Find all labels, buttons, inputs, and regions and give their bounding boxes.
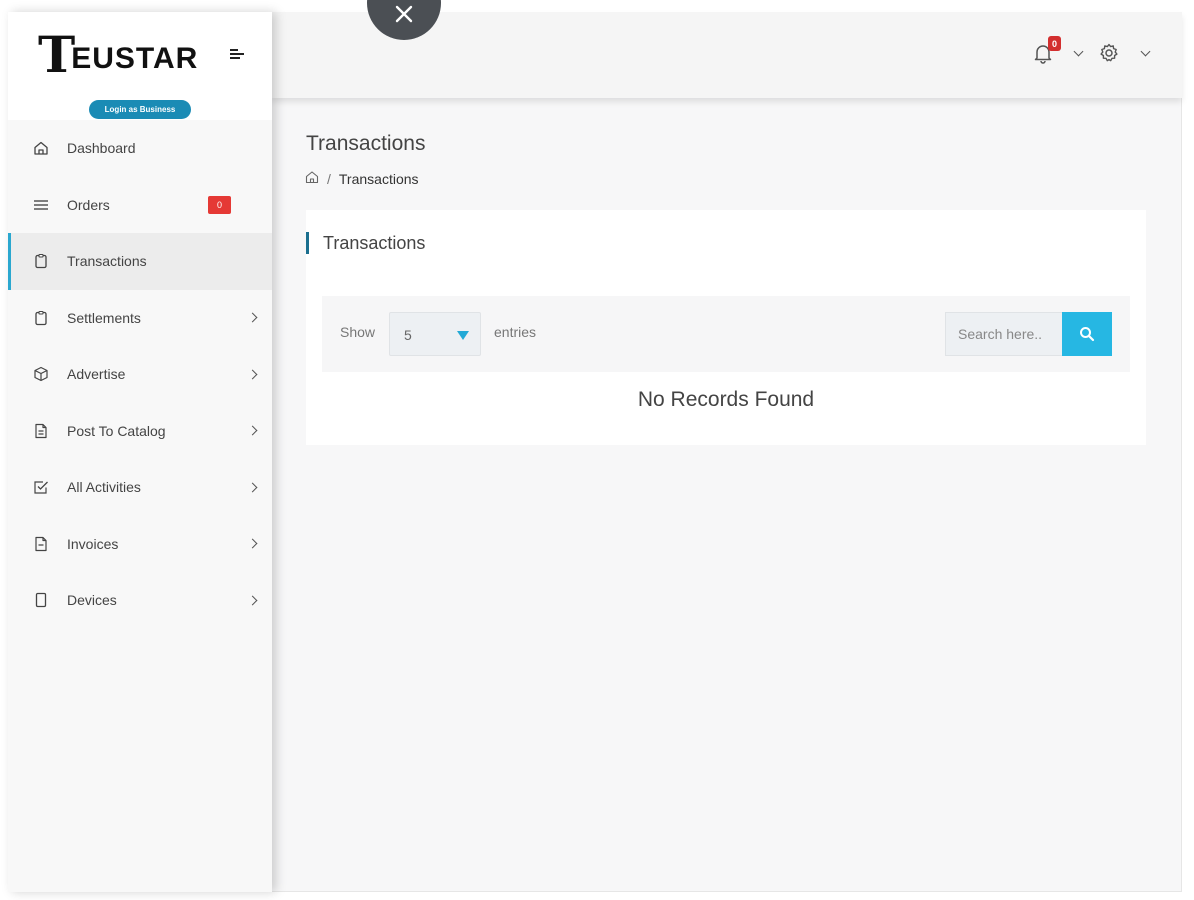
- transactions-card: Transactions Show 5 entries No Records F…: [306, 210, 1146, 445]
- sidebar-item-label: All Activities: [67, 479, 141, 496]
- card-title: Transactions: [306, 232, 425, 254]
- document-icon: [33, 536, 49, 552]
- sidebar-item-label: Dashboard: [67, 140, 136, 157]
- box-icon: [33, 366, 49, 382]
- login-as-business-button[interactable]: Login as Business: [89, 100, 191, 119]
- chevron-right-icon: [247, 425, 258, 436]
- close-icon: [395, 5, 413, 23]
- menu-toggle-icon[interactable]: [226, 46, 246, 64]
- chevron-right-icon: [247, 312, 258, 323]
- logo-initial: T: [38, 25, 75, 84]
- notifications-dropdown-icon[interactable]: [1073, 46, 1084, 57]
- sidebar-item-dashboard[interactable]: Dashboard: [8, 120, 272, 177]
- sidebar-item-all-activities[interactable]: All Activities: [8, 459, 272, 516]
- sidebar: T EUSTAR Login as Business Dashboard Ord…: [8, 12, 272, 892]
- sidebar-item-orders[interactable]: Orders 0: [8, 177, 272, 234]
- sidebar-item-label: Invoices: [67, 535, 119, 552]
- sidebar-item-label: Devices: [67, 592, 117, 609]
- search-icon: [1080, 327, 1095, 342]
- checkbox-icon: [33, 479, 49, 495]
- sidebar-item-label: Transactions: [67, 253, 147, 270]
- document-icon: [33, 423, 49, 439]
- search-button[interactable]: [1062, 312, 1112, 356]
- sidebar-item-invoices[interactable]: Invoices: [8, 516, 272, 573]
- sidebar-item-label: Advertise: [67, 366, 126, 383]
- home-icon: [33, 140, 49, 156]
- dropdown-arrow-icon: [457, 331, 469, 340]
- show-label: Show: [340, 324, 376, 340]
- chevron-right-icon: [247, 482, 258, 493]
- table-toolbar: Show 5 entries: [322, 296, 1130, 372]
- sidebar-item-devices[interactable]: Devices: [8, 572, 272, 629]
- sidebar-item-post-to-catalog[interactable]: Post To Catalog: [8, 403, 272, 460]
- logo[interactable]: T EUSTAR: [38, 30, 198, 80]
- sidebar-item-settlements[interactable]: Settlements: [8, 290, 272, 347]
- settings-button[interactable]: [1098, 42, 1120, 64]
- list-icon: [33, 197, 49, 213]
- gear-icon: [1100, 43, 1118, 62]
- empty-state-message: No Records Found: [637, 388, 815, 411]
- chevron-right-icon: [247, 595, 258, 606]
- breadcrumb-separator: /: [327, 170, 331, 187]
- orders-count-badge: 0: [208, 195, 231, 214]
- chevron-right-icon: [247, 538, 258, 549]
- breadcrumb: / Transactions: [305, 170, 419, 187]
- settings-dropdown-icon[interactable]: [1140, 46, 1151, 57]
- device-icon: [33, 592, 49, 608]
- home-icon[interactable]: [305, 170, 319, 187]
- entries-select[interactable]: 5: [389, 312, 481, 356]
- notifications-button[interactable]: 0: [1032, 36, 1061, 64]
- page-title: Transactions: [306, 132, 426, 155]
- sidebar-item-label: Post To Catalog: [67, 422, 166, 439]
- entries-label: entries: [494, 324, 537, 340]
- search-input[interactable]: [945, 312, 1062, 356]
- sidebar-item-label: Orders: [67, 196, 110, 213]
- sidebar-item-advertise[interactable]: Advertise: [8, 346, 272, 403]
- clipboard-icon: [33, 253, 49, 269]
- logo-text: EUSTAR: [71, 42, 199, 75]
- sidebar-nav: Dashboard Orders 0 Transactions Settleme…: [8, 120, 272, 629]
- sidebar-item-label: Settlements: [67, 309, 141, 326]
- breadcrumb-current: Transactions: [338, 170, 419, 187]
- brand-area: T EUSTAR Login as Business: [8, 12, 272, 120]
- entries-select-value: 5: [404, 327, 412, 343]
- chevron-right-icon: [247, 369, 258, 380]
- sidebar-item-transactions[interactable]: Transactions: [8, 233, 272, 290]
- clipboard-icon: [33, 310, 49, 326]
- notification-count-badge: 0: [1048, 36, 1061, 51]
